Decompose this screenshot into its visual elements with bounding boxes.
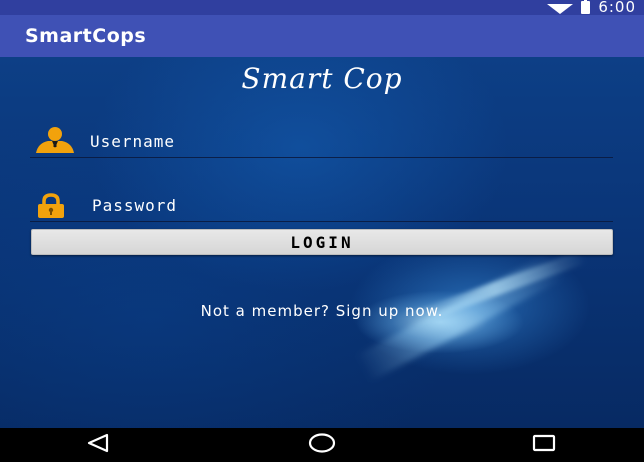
lock-icon — [36, 193, 66, 219]
app-title: SmartCops — [25, 25, 147, 47]
app-bar: SmartCops — [0, 15, 644, 57]
status-time: 6:00 — [598, 0, 636, 16]
recents-button[interactable] — [514, 428, 574, 462]
username-field[interactable] — [30, 124, 613, 158]
brand-title: Smart Cop — [241, 62, 403, 95]
password-input[interactable] — [92, 192, 600, 218]
home-button[interactable] — [292, 428, 352, 462]
wifi-icon — [547, 3, 574, 14]
status-icons: 6:00 — [547, 0, 636, 15]
signup-link[interactable]: Not a member? Sign up now. — [0, 302, 644, 320]
navigation-bar — [0, 428, 644, 462]
battery-icon — [581, 0, 591, 14]
recents-icon — [531, 433, 557, 457]
back-button[interactable] — [68, 428, 128, 462]
home-icon — [307, 432, 337, 458]
password-field[interactable] — [30, 188, 613, 222]
back-icon — [85, 433, 111, 457]
user-icon — [34, 126, 76, 154]
username-input[interactable] — [90, 128, 600, 154]
login-screen: Smart Cop LOGIN Not a member — [0, 57, 644, 428]
password-underline — [30, 221, 613, 222]
username-underline — [30, 157, 613, 158]
status-bar: 6:00 — [0, 0, 644, 15]
login-button[interactable]: LOGIN — [31, 229, 613, 255]
